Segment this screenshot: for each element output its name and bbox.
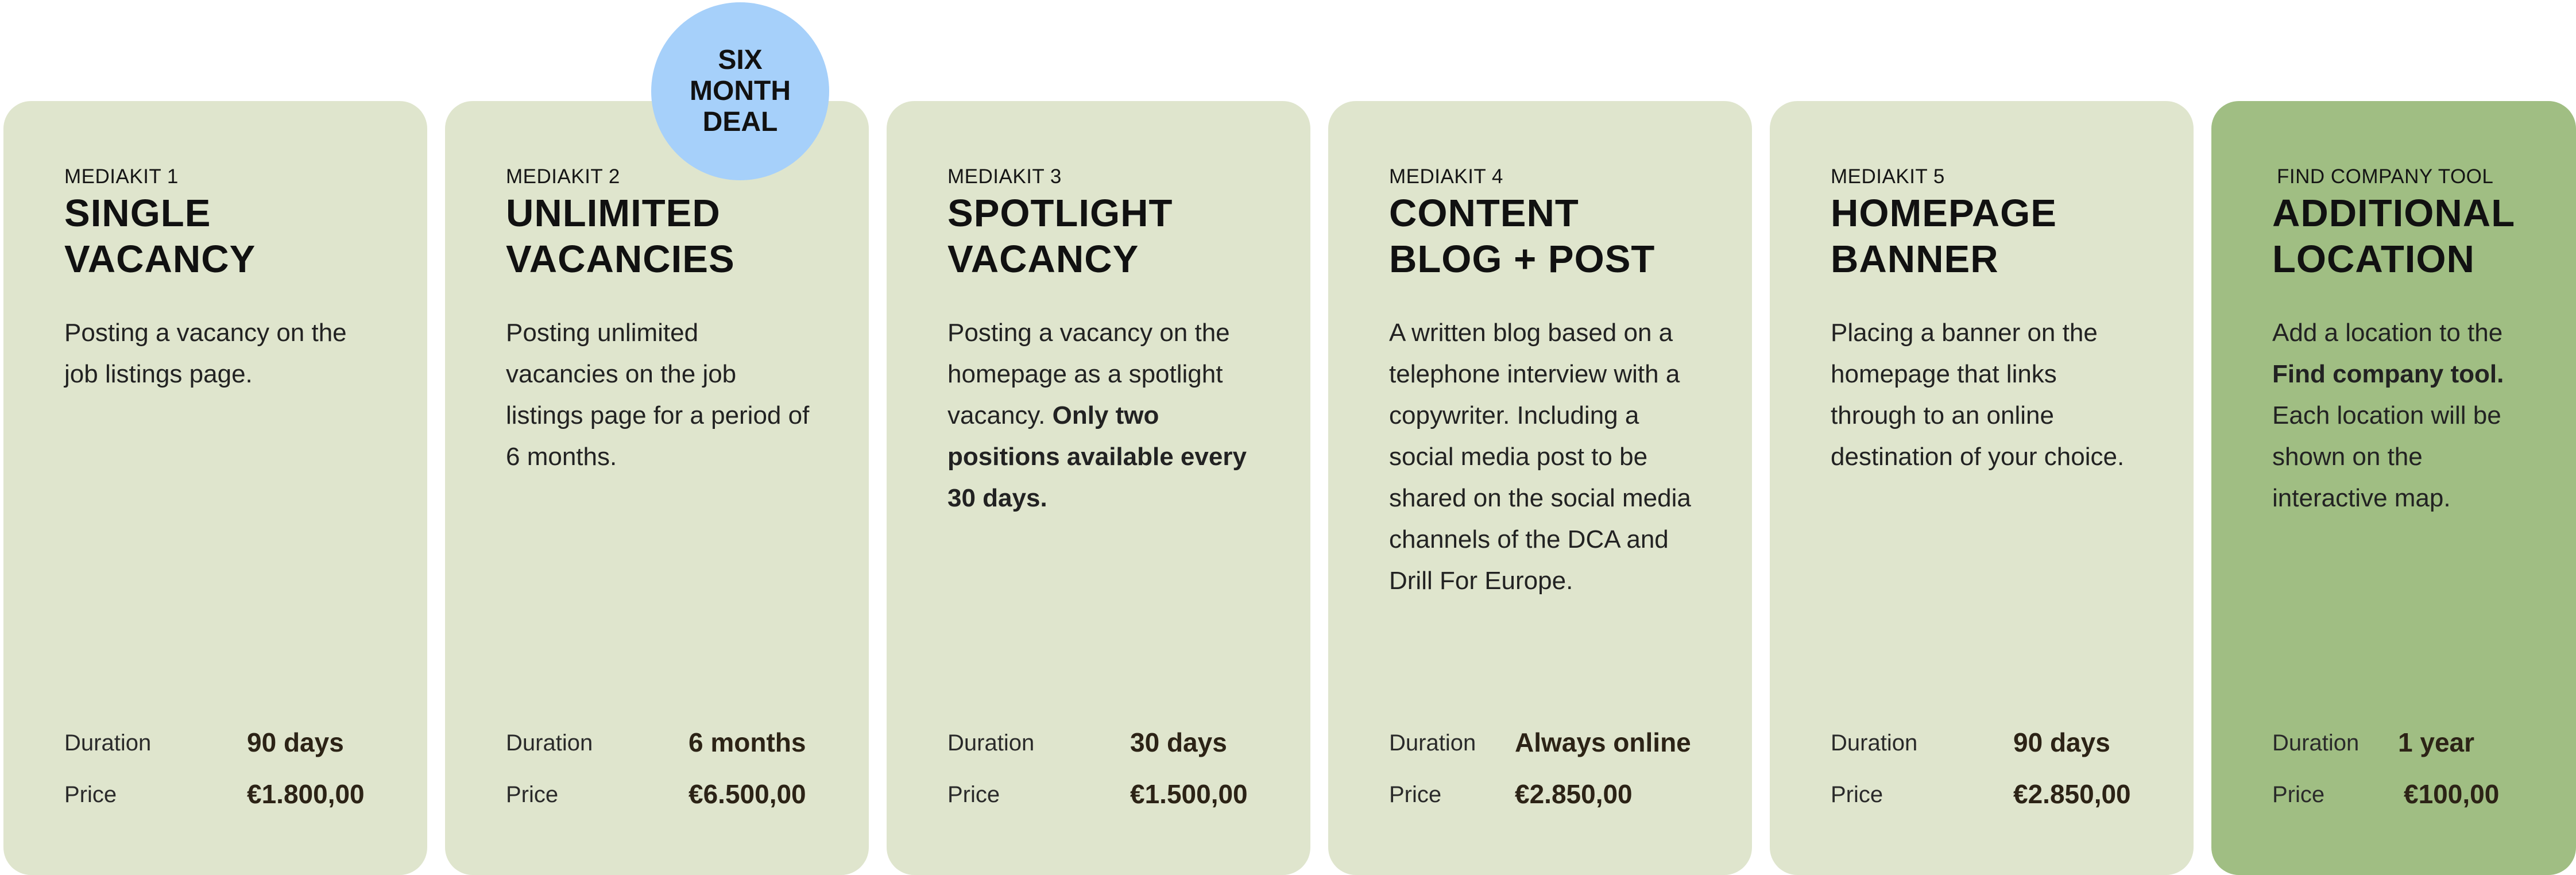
card-eyebrow: MEDIAKIT 5 — [1831, 165, 1945, 188]
price-value: €2.850,00 — [2013, 779, 2131, 809]
duration-value: 90 days — [247, 727, 344, 757]
card-eyebrow: FIND COMPANY TOOL — [2277, 165, 2494, 188]
card-description-text: Posting a vacancy on the job listings pa… — [64, 319, 347, 388]
card-description-text: Placing a banner on the homepage that li… — [1831, 319, 2125, 471]
card-title: CONTENT BLOG + POST — [1389, 191, 1734, 282]
duration-label: Duration — [947, 730, 1035, 756]
card-description: Posting unlimited vacancies on the job l… — [506, 312, 816, 478]
card-title: HOMEPAGE BANNER — [1831, 191, 2175, 282]
price-value: €6.500,00 — [689, 779, 806, 809]
card-title-line-1: SINGLE — [64, 192, 211, 235]
card-description-text: A written blog based on a telephone inte… — [1389, 319, 1691, 595]
price-label: Price — [506, 782, 559, 807]
find-company-tool-card-additional-location[interactable]: FIND COMPANY TOOL ADDITIONAL LOCATION Ad… — [2211, 101, 2576, 875]
card-title: SPOTLIGHT VACANCY — [947, 191, 1292, 282]
card-eyebrow: MEDIAKIT 3 — [947, 165, 1062, 188]
price-value: €1.800,00 — [247, 779, 365, 809]
card-title-line-1: UNLIMITED — [506, 192, 721, 235]
card-title-line-1: ADDITIONAL — [2272, 192, 2516, 235]
price-label: Price — [947, 782, 1000, 807]
card-description: Posting a vacancy on the job listings pa… — [64, 312, 386, 395]
duration-label: Duration — [1831, 730, 1918, 756]
mediakit-card-unlimited-vacancies[interactable]: MEDIAKIT 2 UNLIMITED VACANCIES Posting u… — [445, 101, 869, 875]
card-title-line-2: VACANCY — [64, 238, 256, 281]
mediakit-card-homepage-banner[interactable]: MEDIAKIT 5 HOMEPAGE BANNER Placing a ban… — [1770, 101, 2194, 875]
mediakit-card-content-blog-post[interactable]: MEDIAKIT 4 CONTENT BLOG + POST A written… — [1328, 101, 1752, 875]
pricing-cards: MEDIAKIT 1 SINGLE VACANCY Posting a vaca… — [0, 0, 2576, 875]
card-title: SINGLE VACANCY — [64, 191, 409, 282]
card-description: A written blog based on a telephone inte… — [1389, 312, 1711, 602]
price-label: Price — [1831, 782, 1883, 807]
card-eyebrow: MEDIAKIT 1 — [64, 165, 179, 188]
card-description: Add a location to the Find company tool.… — [2272, 312, 2542, 519]
duration-value: 1 year — [2398, 727, 2475, 757]
card-title-line-2: BANNER — [1831, 238, 1999, 281]
price-value: €2.850,00 — [1515, 779, 1633, 809]
duration-value: Always online — [1515, 727, 1691, 757]
card-title-line-2: LOCATION — [2272, 238, 2475, 281]
price-value: €100,00 — [2404, 779, 2500, 809]
card-title: ADDITIONAL LOCATION — [2272, 191, 2576, 282]
card-description-highlight: Find company tool. — [2272, 360, 2504, 388]
badge-text: SIX MONTH DEAL — [671, 45, 809, 138]
card-title-line-2: VACANCY — [947, 238, 1139, 281]
price-value: €1.500,00 — [1130, 779, 1248, 809]
six-month-deal-badge: SIX MONTH DEAL — [651, 2, 829, 180]
mediakit-card-single-vacancy[interactable]: MEDIAKIT 1 SINGLE VACANCY Posting a vaca… — [3, 101, 427, 875]
duration-value: 90 days — [2013, 727, 2110, 757]
duration-label: Duration — [64, 730, 152, 756]
price-label: Price — [1389, 782, 1442, 807]
duration-value: 6 months — [689, 727, 806, 757]
card-eyebrow: MEDIAKIT 2 — [506, 165, 620, 188]
duration-label: Duration — [506, 730, 593, 756]
card-description-text: Add a location to the — [2272, 319, 2503, 347]
card-title-line-1: CONTENT — [1389, 192, 1579, 235]
badge-line-2: MONTH — [690, 76, 791, 106]
badge-line-1: SIX — [718, 45, 763, 75]
price-label: Price — [64, 782, 117, 807]
card-title: UNLIMITED VACANCIES — [506, 191, 850, 282]
card-title-line-1: SPOTLIGHT — [947, 192, 1173, 235]
badge-line-3: DEAL — [702, 107, 778, 137]
card-description-text: Posting unlimited vacancies on the job l… — [506, 319, 810, 471]
card-eyebrow: MEDIAKIT 4 — [1389, 165, 1503, 188]
duration-value: 30 days — [1130, 727, 1227, 757]
card-title-line-2: VACANCIES — [506, 238, 735, 281]
card-description: Posting a vacancy on the homepage as a s… — [947, 312, 1269, 519]
price-label: Price — [2272, 782, 2325, 807]
card-title-line-1: HOMEPAGE — [1831, 192, 2057, 235]
duration-label: Duration — [2272, 730, 2360, 756]
mediakit-card-spotlight-vacancy[interactable]: MEDIAKIT 3 SPOTLIGHT VACANCY Posting a v… — [887, 101, 1310, 875]
card-description: Placing a banner on the homepage that li… — [1831, 312, 2129, 478]
duration-label: Duration — [1389, 730, 1476, 756]
card-description-text-end: Each location will be shown on the inter… — [2272, 401, 2501, 512]
card-title-line-2: BLOG + POST — [1389, 238, 1656, 281]
